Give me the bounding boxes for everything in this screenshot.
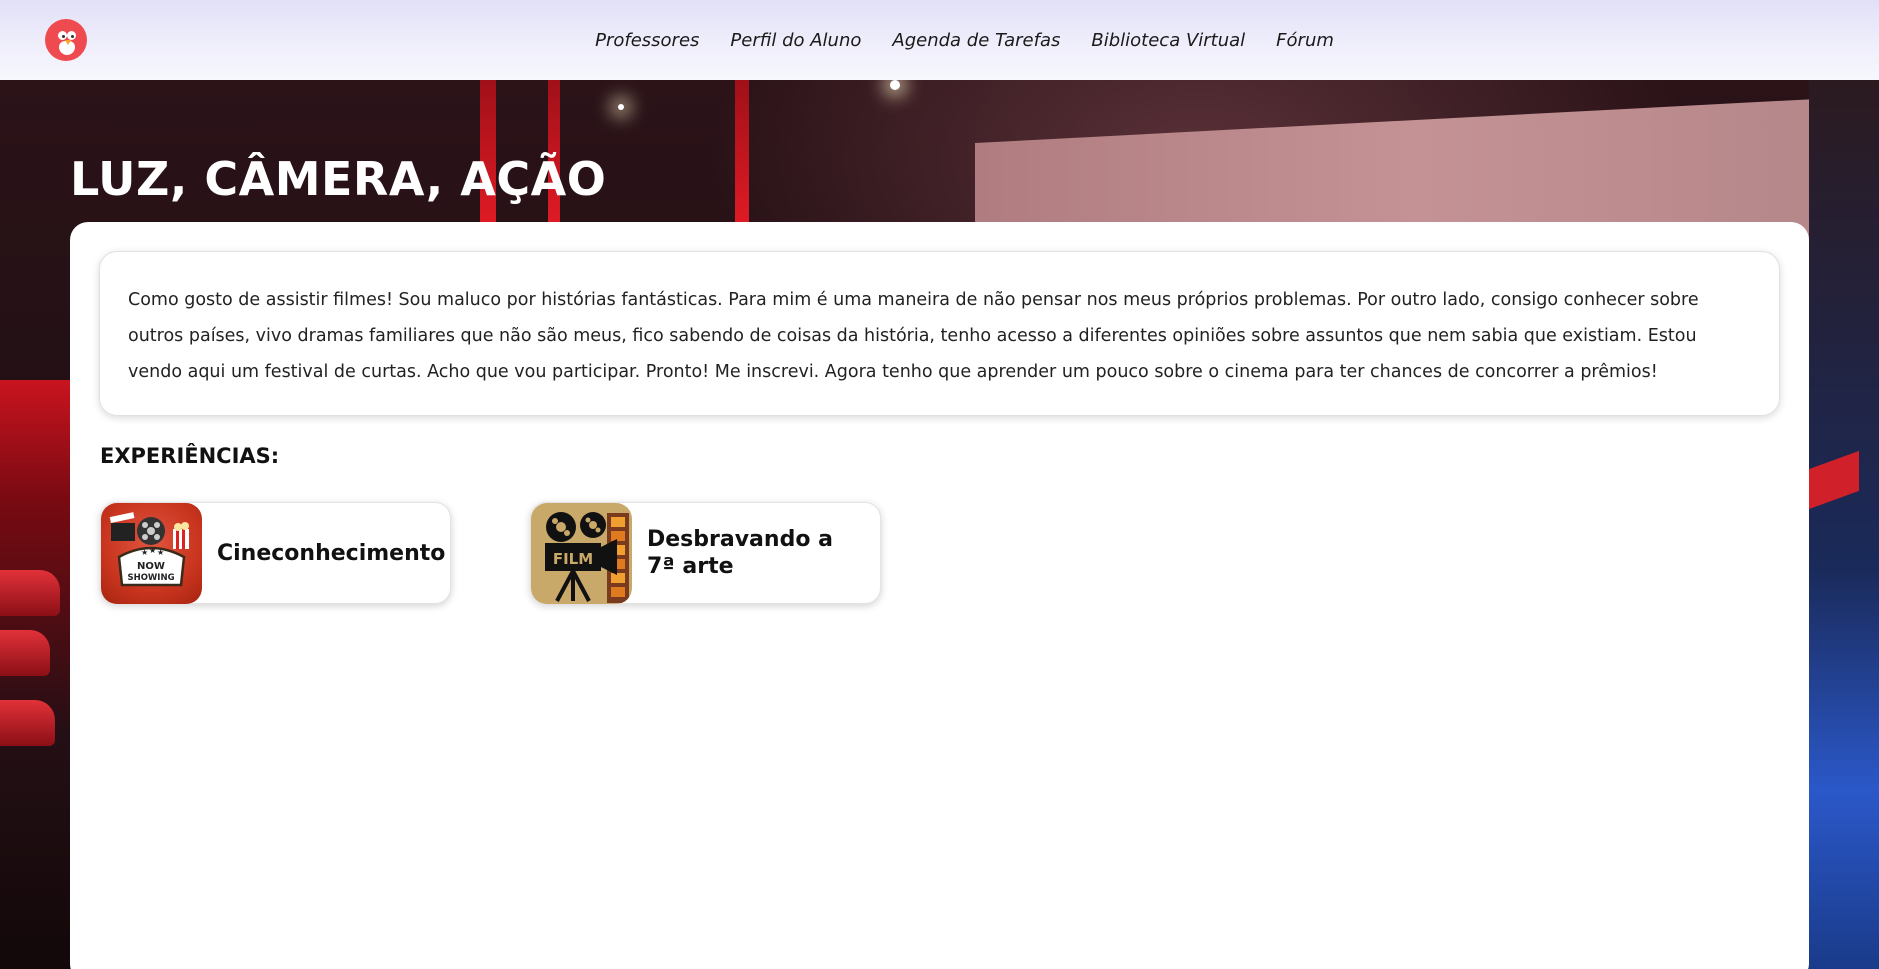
experiences-heading: EXPERIÊNCIAS:	[100, 444, 280, 468]
svg-text:★: ★	[157, 548, 164, 557]
experience-card-cineconhecimento[interactable]: NOW SHOWING ★ ★ ★ Cineconhecimento	[100, 502, 451, 604]
thumb-showing-text: SHOWING	[127, 573, 174, 583]
experience-label: Cineconhecimento	[217, 540, 446, 566]
main-nav: Professores Perfil do Aluno Agenda de Ta…	[0, 0, 1879, 80]
thumb-film-text: FILM	[553, 550, 593, 568]
nav-item-agenda-de-tarefas[interactable]: Agenda de Tarefas	[892, 30, 1060, 51]
content-card: Como gosto de assistir filmes! Sou maluc…	[70, 222, 1809, 969]
intro-text: Como gosto de assistir filmes! Sou maluc…	[128, 290, 1699, 382]
nav-item-professores[interactable]: Professores	[595, 30, 699, 51]
svg-text:★: ★	[149, 546, 156, 555]
nav-item-perfil-do-aluno[interactable]: Perfil do Aluno	[730, 30, 861, 51]
thumb-now-text: NOW	[137, 561, 165, 572]
nav-item-forum[interactable]: Fórum	[1276, 30, 1334, 51]
film-projector-icon: FILM	[531, 502, 632, 604]
top-navbar: Professores Perfil do Aluno Agenda de Ta…	[0, 0, 1879, 80]
experience-card-desbravando-a-7a-arte[interactable]: FILM Desbravando a 7ª arte	[530, 502, 881, 604]
now-showing-icon: NOW SHOWING ★ ★ ★	[101, 502, 202, 604]
nav-item-biblioteca-virtual[interactable]: Biblioteca Virtual	[1091, 30, 1245, 51]
experience-label: Desbravando a 7ª arte	[647, 527, 833, 579]
intro-box: Como gosto de assistir filmes! Sou maluc…	[99, 251, 1780, 416]
page-title: LUZ, CÂMERA, AÇÃO	[70, 152, 607, 206]
svg-text:★: ★	[141, 548, 148, 557]
